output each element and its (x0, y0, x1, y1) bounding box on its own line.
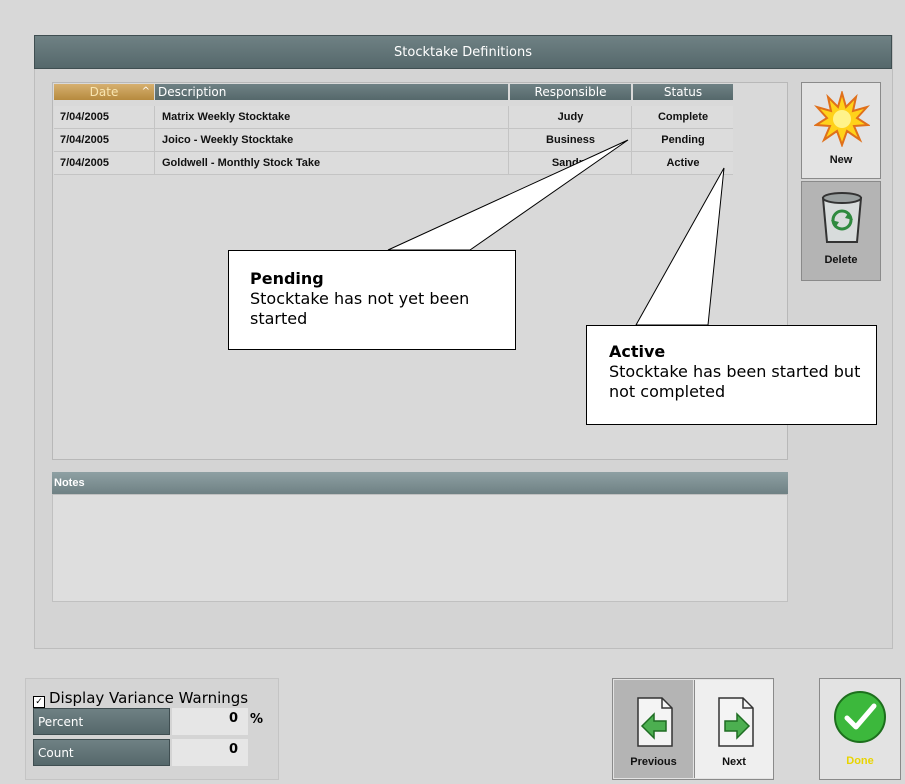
arrow-right-icon (718, 697, 754, 747)
callout-active: Active Stocktake has been started but no… (586, 325, 877, 425)
variance-warnings-label: Display Variance Warnings (49, 689, 249, 707)
callout-active-title: Active (609, 342, 666, 361)
next-button[interactable]: Next (694, 680, 773, 778)
count-input[interactable]: 0 (172, 739, 248, 766)
checkmark-icon (834, 691, 886, 743)
percent-input[interactable]: 0 (172, 708, 248, 735)
next-button-label: Next (722, 756, 746, 768)
callout-active-text: Stocktake has been started but not compl… (609, 362, 861, 401)
percent-label: Percent (33, 708, 170, 735)
variance-warnings-checkbox[interactable]: ✓ Display Variance Warnings (33, 689, 249, 708)
arrow-left-icon (637, 697, 673, 747)
callout-pending-text: Stocktake has not yet been started (250, 289, 470, 328)
done-button-label: Done (846, 755, 874, 767)
callout-pending: Pending Stocktake has not yet been start… (228, 250, 516, 350)
previous-button[interactable]: Previous (614, 680, 693, 778)
previous-button-label: Previous (630, 756, 677, 768)
callout-pending-title: Pending (250, 269, 324, 288)
checkbox-checked-icon: ✓ (33, 696, 45, 708)
done-button[interactable]: Done (819, 678, 901, 780)
count-label: Count (33, 739, 170, 766)
percent-unit: % (250, 712, 264, 727)
